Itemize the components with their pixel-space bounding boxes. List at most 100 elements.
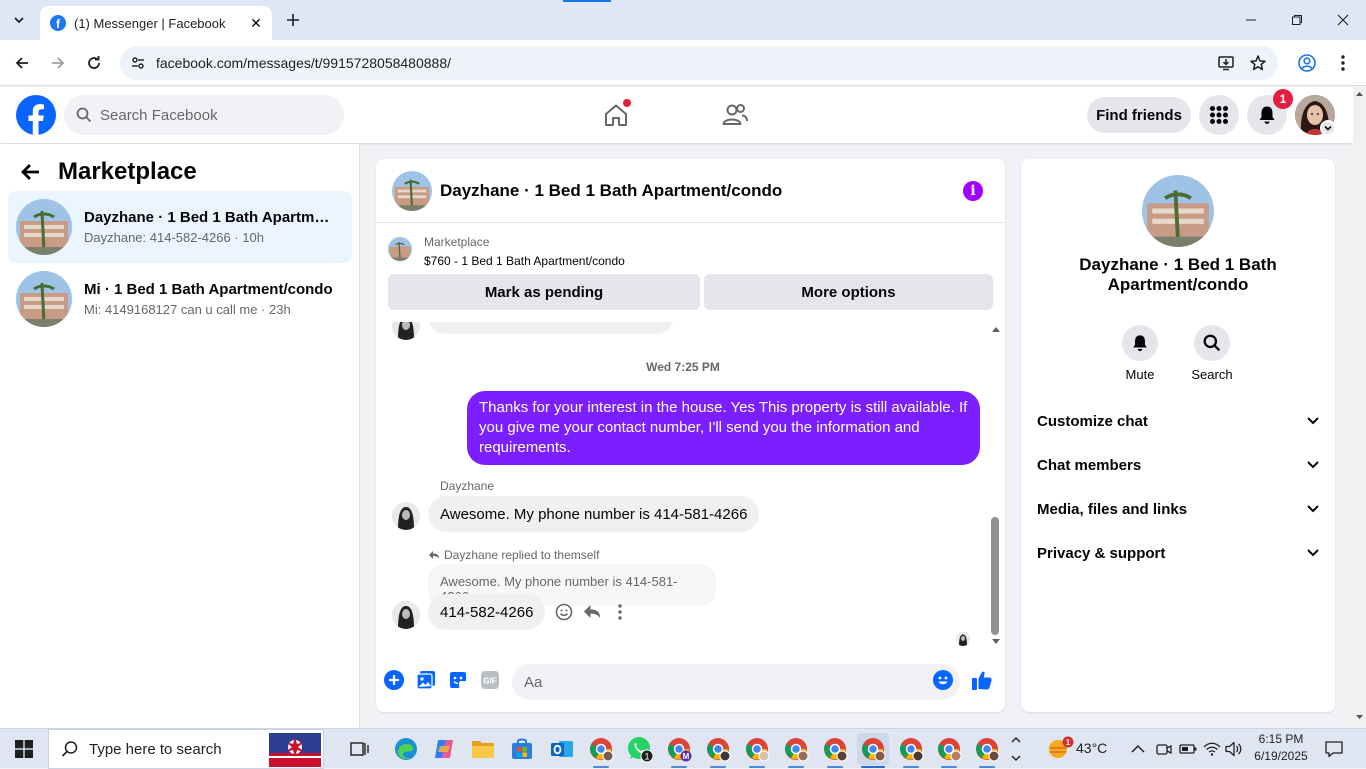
attach-photo-icon[interactable] [415,669,437,691]
privacy-support-row[interactable]: Privacy & support [1037,531,1319,575]
reply-icon[interactable] [580,600,604,624]
close-window-icon[interactable] [1320,0,1366,40]
svg-text:M: M [683,752,690,761]
notification-center-icon[interactable] [1318,733,1350,765]
wifi-icon[interactable] [1200,733,1224,765]
find-friends-button[interactable]: Find friends [1087,97,1191,133]
microsoft-store-icon[interactable] [506,733,538,765]
chrome-profile-7-icon[interactable] [933,733,965,768]
chrome-profile-2-icon[interactable] [702,733,734,768]
install-app-icon[interactable] [1214,51,1238,75]
reload-icon[interactable] [81,50,107,76]
chrome-profile-m-icon[interactable]: M [663,733,695,768]
gif-icon[interactable]: GIF [479,669,501,691]
clock-time: 6:15 PM [1258,732,1304,746]
page-scrollbar[interactable] [1353,87,1366,728]
friends-icon[interactable] [717,97,753,133]
chrome-profile-4-icon[interactable] [780,733,812,768]
message-input-placeholder: Aa [524,673,543,691]
listing-profile-image[interactable] [1142,175,1214,247]
more-actions-icon[interactable] [608,600,632,624]
search-in-conversation-button[interactable]: Search [1182,325,1242,382]
back-arrow-icon[interactable] [20,161,42,183]
show-hidden-icons-chevron-icon[interactable] [1126,733,1150,765]
back-arrow-icon[interactable] [9,50,35,76]
chat-members-row[interactable]: Chat members [1037,443,1319,487]
account-chevron-down-icon[interactable] [1320,120,1336,136]
open-more-actions-plus-icon[interactable] [383,669,405,691]
minimize-window-icon[interactable] [1228,0,1274,40]
profile-account-icon[interactable] [1295,51,1319,75]
emoji-picker-icon[interactable] [932,669,954,691]
home-icon[interactable] [598,97,634,133]
new-tab-plus-icon[interactable] [282,9,304,31]
restore-window-icon[interactable] [1274,0,1320,40]
address-bar[interactable]: facebook.com/messages/t/9915728058480888… [120,46,1278,80]
outgoing-message-bubble[interactable]: Thanks for your interest in the house. Y… [467,391,980,465]
chat-listing-thumbnail[interactable] [392,170,432,211]
chrome-profile-icon[interactable] [585,733,617,768]
search-placeholder: Search Facebook [100,106,218,124]
react-emoji-icon[interactable] [552,600,576,624]
chrome-active-window-icon[interactable] [857,733,889,768]
outlook-icon[interactable] [546,733,578,765]
chrome-profile-6-icon[interactable] [895,733,927,768]
conversation-info-icon[interactable]: i [963,181,983,201]
mark-as-pending-button[interactable]: Mark as pending [388,274,700,310]
sticker-icon[interactable] [447,669,469,691]
chrome-profile-5-icon[interactable] [819,733,851,768]
whatsapp-icon[interactable]: 1 [624,733,656,765]
forward-arrow-icon[interactable] [45,50,71,76]
menu-grid-icon[interactable] [1199,95,1239,135]
sender-avatar[interactable] [392,601,420,629]
weather-icon[interactable]: 1 [1044,733,1076,765]
more-options-button[interactable]: More options [704,274,993,310]
message-scrollbar-thumb[interactable] [991,517,999,635]
conversation-item-mi[interactable]: Mi · 1 Bed 1 Bath Apartment/condo Mi: 41… [8,263,352,335]
mute-bell-icon[interactable] [1122,325,1158,361]
home-notification-dot [623,99,631,107]
taskbar-search-box[interactable]: Type here to search [48,729,324,769]
sender-avatar[interactable] [392,502,420,530]
send-like-thumbs-up-icon[interactable] [971,669,993,691]
chrome-profile-3-icon[interactable] [741,733,773,768]
battery-icon[interactable] [1176,733,1200,765]
temperature-text[interactable]: 43°C [1076,740,1107,756]
taskbar-scroll-chevrons-icon[interactable] [1006,733,1026,765]
windows-start-icon[interactable] [0,729,48,769]
reply-arrow-icon [429,551,439,559]
browser-tab-messenger[interactable]: f (1) Messenger | Facebook ✕ [40,6,272,40]
copilot-icon[interactable] [428,733,460,765]
bookmark-star-icon[interactable] [1246,51,1270,75]
facebook-logo-icon[interactable] [16,95,56,135]
file-explorer-icon[interactable] [467,733,499,765]
chat-title[interactable]: Dayzhane · 1 Bed 1 Bath Apartment/condo [440,181,782,201]
close-tab-icon[interactable]: ✕ [246,13,266,33]
incoming-reply-bubble[interactable]: 414-582-4266 [428,594,546,630]
message-thread[interactable]: Wed 7:25 PM Thanks for your interest in … [376,322,1005,652]
section-label: Chat members [1037,456,1142,474]
conversation-item-dayzhane[interactable]: Dayzhane · 1 Bed 1 Bath Apartmen... Dayz… [8,191,352,263]
edge-browser-icon[interactable] [390,733,422,765]
notifications-bell-icon[interactable]: 1 [1247,89,1293,135]
url-text[interactable]: facebook.com/messages/t/9915728058480888… [156,55,1278,71]
marketplace-listing-card[interactable]: Marketplace $760 - 1 Bed 1 Bath Apartmen… [388,235,625,268]
browser-toolbar: facebook.com/messages/t/9915728058480888… [0,40,1366,86]
info-panel-name: Dayzhane · 1 Bed 1 Bath Apartment/condo [1079,255,1277,294]
search-icon[interactable] [1194,325,1230,361]
tab-search-chevron-icon[interactable] [6,7,32,33]
customize-chat-row[interactable]: Customize chat [1037,399,1319,443]
taskbar-clock[interactable]: 6:15 PM 6/19/2025 [1243,731,1319,765]
browser-menu-icon[interactable] [1331,51,1355,75]
media-files-links-row[interactable]: Media, files and links [1037,487,1319,531]
previous-message-bubble [428,322,674,334]
message-input[interactable]: Aa [512,664,960,700]
meet-now-icon[interactable] [1152,733,1176,765]
mute-button[interactable]: Mute [1110,325,1170,382]
site-info-icon[interactable] [120,55,156,71]
search-icon [76,107,92,123]
facebook-search-input[interactable]: Search Facebook [64,95,344,135]
incoming-message-bubble[interactable]: Awesome. My phone number is 414-581-4266 [428,496,760,532]
chrome-profile-8-icon[interactable] [971,733,1003,768]
task-view-icon[interactable] [344,733,376,765]
